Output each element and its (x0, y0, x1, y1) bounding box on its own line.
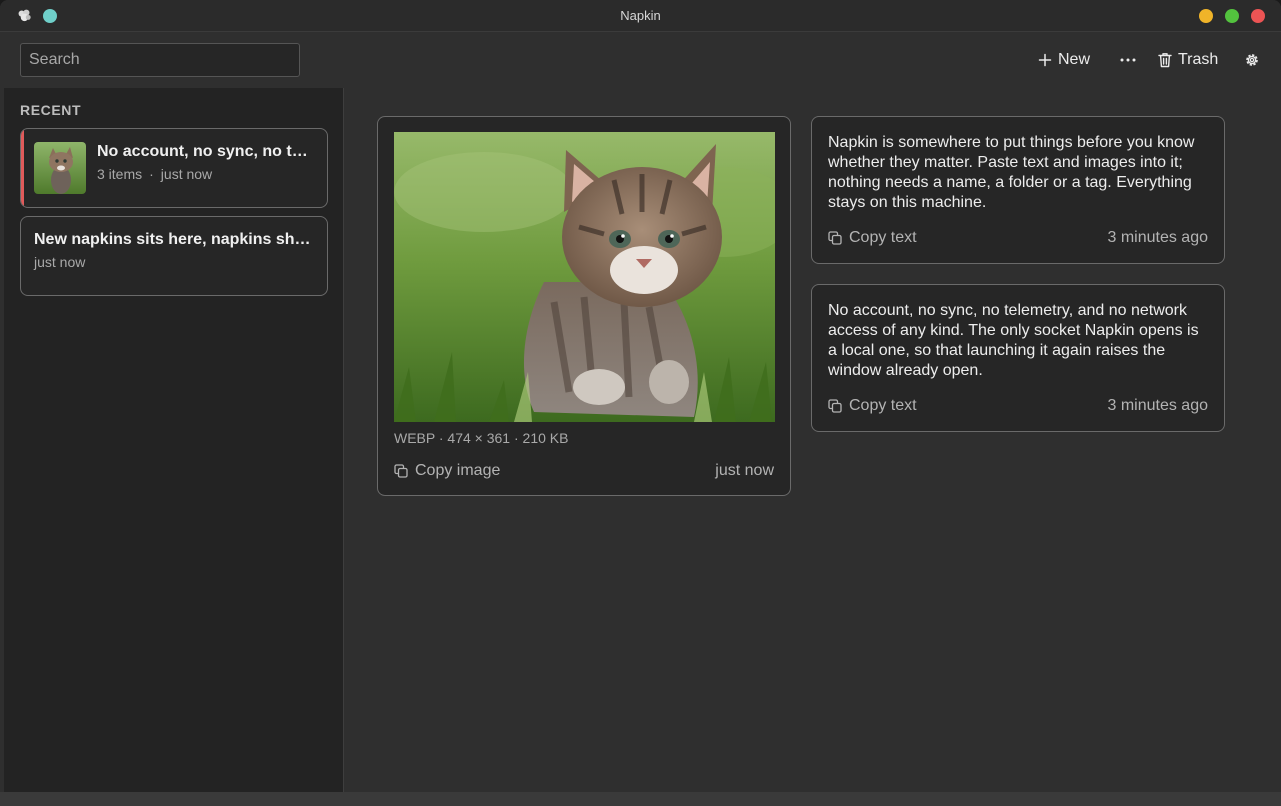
more-icon (1120, 58, 1136, 62)
image-card-time: just now (715, 462, 774, 479)
settings-button[interactable] (1243, 47, 1261, 73)
copy-icon (828, 231, 842, 245)
maximize-button[interactable] (1225, 9, 1239, 23)
sidebar-item-napkin-1[interactable]: No account, no sync, no telemetry, and n… (20, 128, 328, 208)
new-button-label: New (1058, 51, 1091, 68)
text-card-footer: Copy text 3 minutes ago (828, 397, 1208, 415)
text-card-body: Napkin is somewhere to put things before… (828, 134, 1195, 211)
text-card-footer: Copy text 3 minutes ago (828, 229, 1208, 247)
toolbar: New Trash (0, 33, 1281, 88)
trash-button-label: Trash (1178, 51, 1219, 68)
copy-icon (394, 464, 408, 478)
sidebar-item-title: No account, no sync, no telemetry, and n… (97, 143, 313, 160)
window-title: Napkin (620, 8, 661, 23)
trash-icon (1158, 53, 1172, 68)
item-count: 3 items (97, 166, 143, 182)
more-button[interactable] (1119, 47, 1137, 73)
image-metadata: WEBP · 474 × 361 · 210 KB (394, 430, 569, 446)
bottom-bar (0, 792, 1281, 806)
copy-text-button[interactable]: Copy text (828, 229, 917, 247)
copy-image-label: Copy image (415, 462, 501, 479)
kitten-image (394, 132, 775, 422)
copy-text-button[interactable]: Copy text (828, 397, 917, 415)
gear-icon (1246, 54, 1258, 66)
copy-text-label: Copy text (849, 229, 917, 246)
image-card: WEBP · 474 × 361 · 210 KB Copy image jus… (377, 116, 791, 496)
sidebar-item-title: New napkins sits here, napkins show up i… (34, 231, 314, 248)
sidebar: RECENT No account, no sync, no tel 3 ite… (4, 88, 344, 792)
minimize-button[interactable] (1199, 9, 1213, 23)
item-time: just now (160, 166, 213, 182)
copy-icon (828, 399, 842, 413)
kitten-thumbnail (34, 142, 86, 194)
item-time: just now (34, 254, 86, 270)
new-button[interactable]: New (1038, 47, 1090, 73)
title-bar: Napkin (0, 0, 1281, 32)
copy-text-label: Copy text (849, 397, 917, 414)
sidebar-item-meta: 3 items · just now (97, 166, 212, 182)
text-card-time: 3 minutes ago (1107, 229, 1208, 246)
trash-button[interactable]: Trash (1158, 47, 1218, 73)
sidebar-item-napkin-2[interactable]: New napkins sits here, napkins show up i… (20, 216, 328, 296)
copy-image-button[interactable]: Copy image (394, 462, 500, 480)
app-window: Napkin New Trash (0, 0, 1281, 806)
plus-icon (1038, 53, 1052, 67)
image-card-footer: Copy image just now (394, 462, 774, 480)
search-input[interactable] (20, 43, 300, 77)
meta-separator: · (149, 166, 154, 182)
text-card: Napkin is somewhere to put things before… (811, 116, 1225, 264)
main-content: WEBP · 474 × 361 · 210 KB Copy image jus… (345, 88, 1281, 792)
text-card-body: No account, no sync, no telemetry, and n… (828, 302, 1199, 379)
text-card: No account, no sync, no telemetry, and n… (811, 284, 1225, 432)
close-button[interactable] (1251, 9, 1265, 23)
text-card-time: 3 minutes ago (1107, 397, 1208, 414)
sidebar-item-meta: just now (34, 254, 85, 270)
recent-section-label: RECENT (20, 102, 82, 118)
